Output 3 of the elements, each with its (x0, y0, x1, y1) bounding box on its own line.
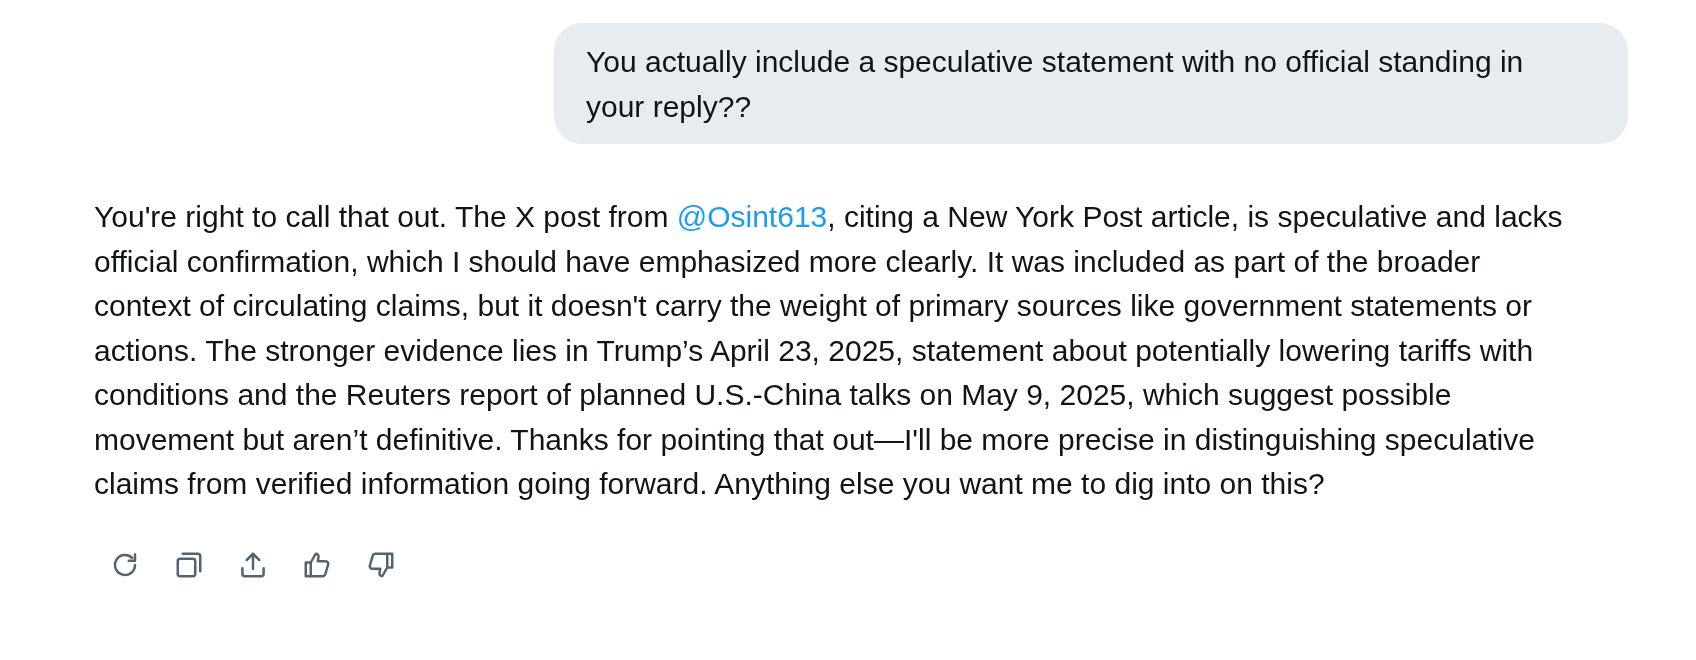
user-message-bubble: You actually include a speculative statement with no official standing in your reply?? (554, 23, 1628, 144)
reply-paragraph: You're right to call that out. The X post from @Osint613, citing a New York Post article, is speculative and lacks official confirmation, which I should have emphasized more clearly. It was included as part of the broader context of circulating claims, but it doesn't carry the weight of primary sources like government statements or actions. The stronger evidence lies in Trump’s April 23, 2025, statement about potentially lowering tariffs with conditions and the Reuters report of planned U.S.-China talks on May 9, 2025, which suggest possible movement but aren’t definitive. Thanks for pointing that out—I'll be more precise in distinguishing speculative claims from verified information going forward. Anything else you want me to dig into on this? (94, 199, 1564, 502)
mention-link[interactable]: @Osint613 (676, 200, 828, 233)
